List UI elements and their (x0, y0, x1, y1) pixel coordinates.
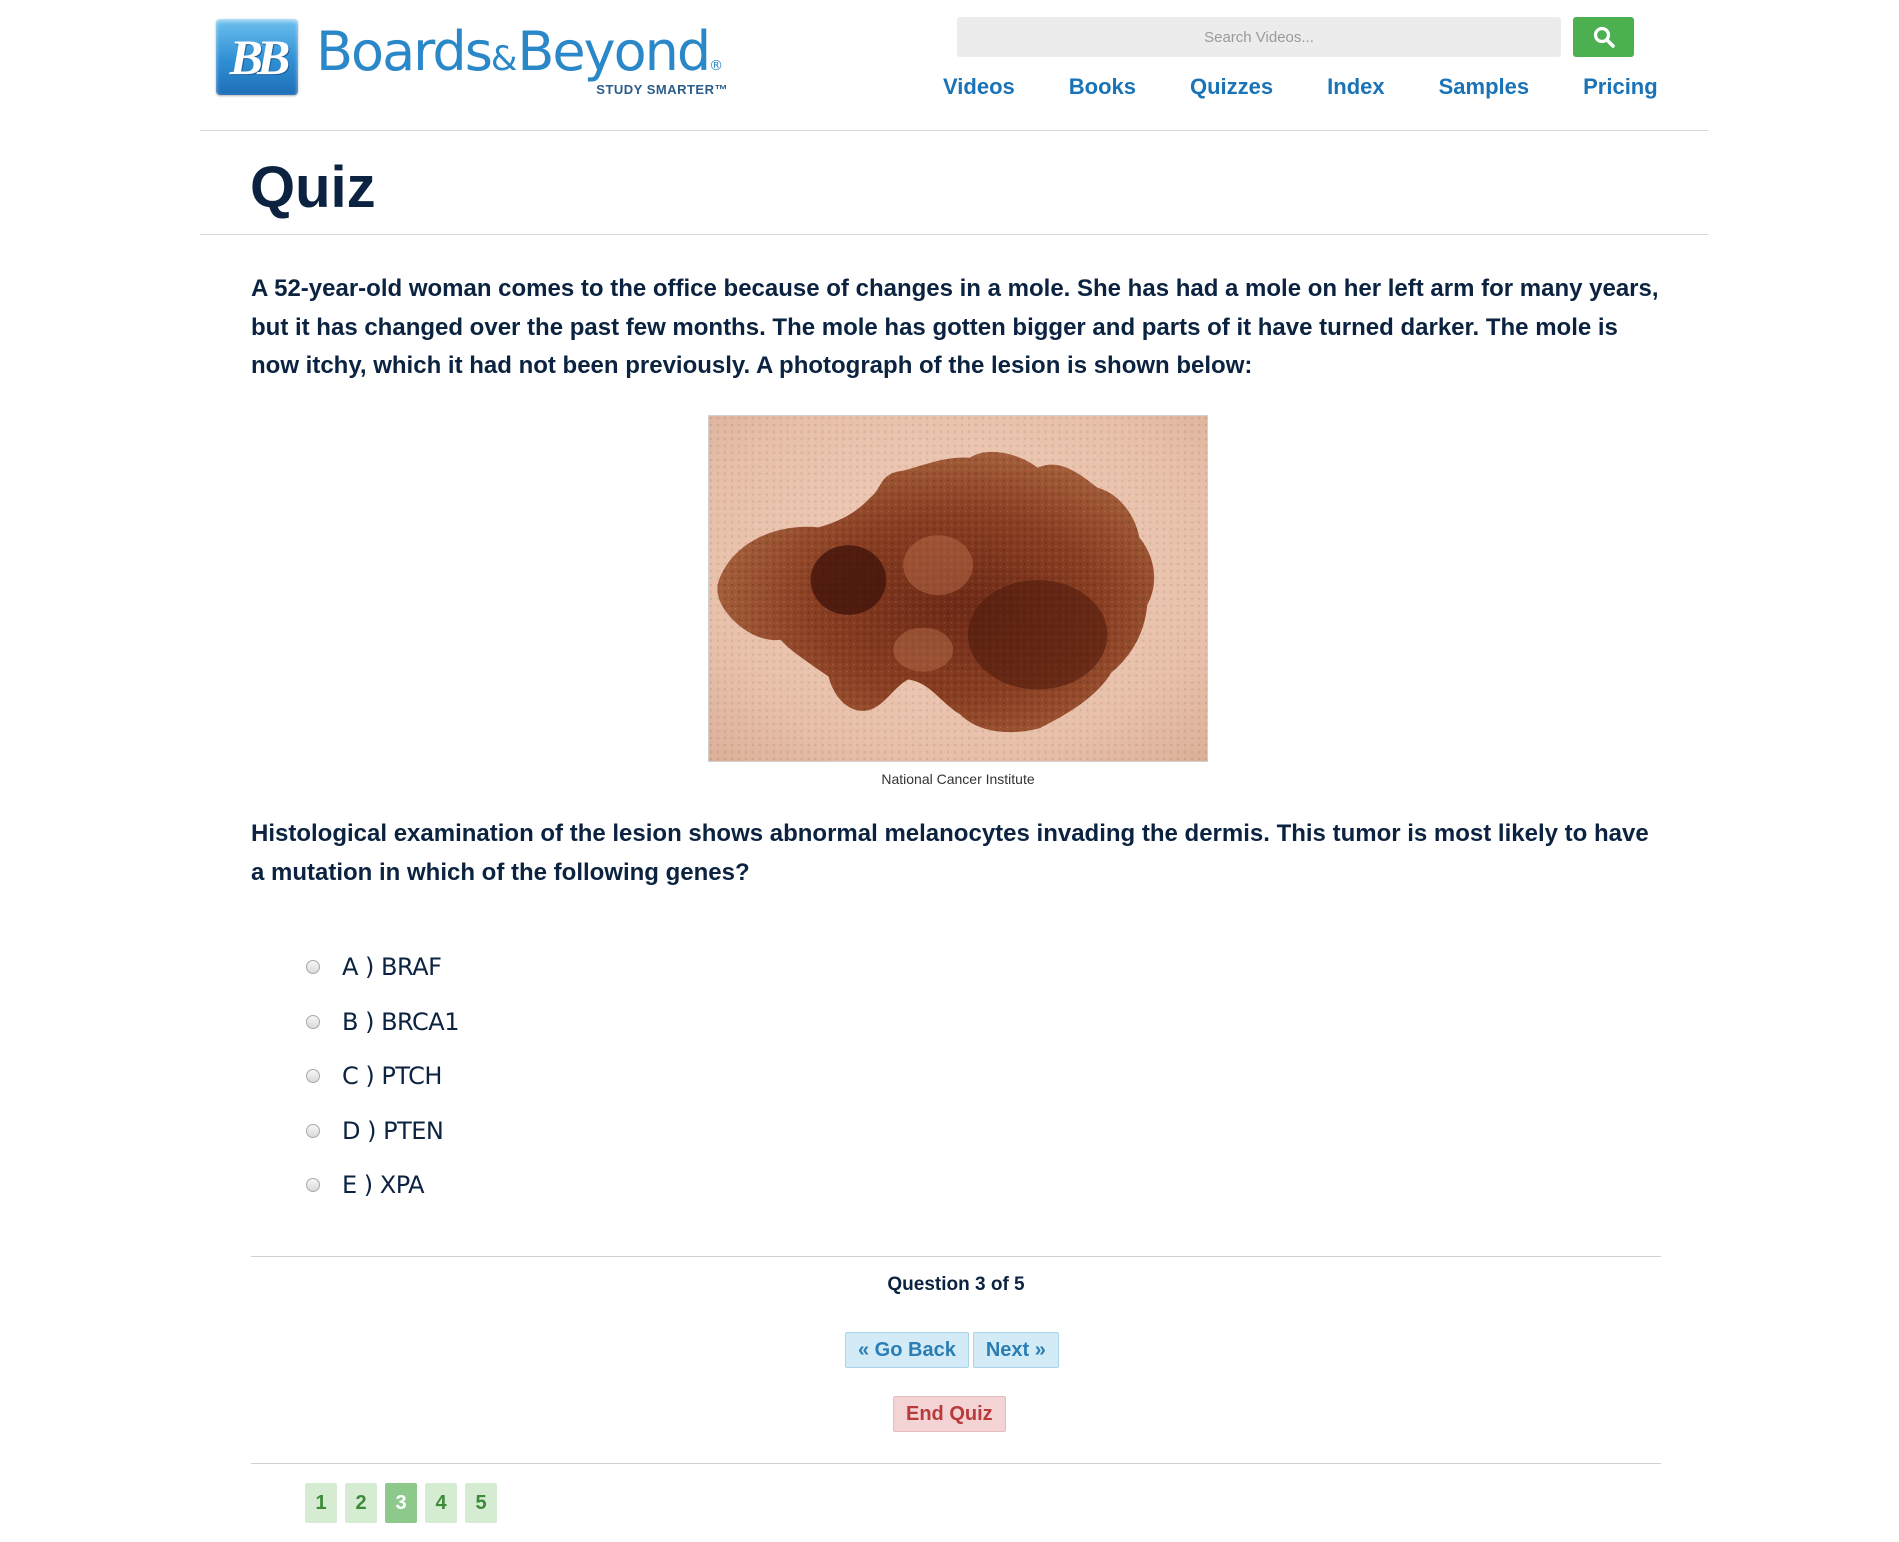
title-bar: Quiz (200, 130, 1708, 235)
lesion-figure: National Cancer Institute (708, 415, 1208, 787)
lesion-photo (708, 415, 1208, 762)
image-caption: National Cancer Institute (881, 771, 1035, 787)
answer-options: A ) BRAF B ) BRCA1 C ) PTCH D ) PTEN E )… (306, 940, 459, 1213)
nav-videos[interactable]: Videos (943, 74, 1015, 100)
search-input[interactable] (957, 17, 1561, 57)
page-button-3-current[interactable]: 3 (385, 1483, 417, 1523)
option-label: D ) PTEN (342, 1116, 444, 1145)
nav-pricing[interactable]: Pricing (1583, 74, 1658, 100)
question-pager: 1 2 3 4 5 (305, 1483, 505, 1523)
site-header: BB Boards&Beyond® STUDY SMARTER™ Videos … (200, 0, 1708, 131)
nav-samples[interactable]: Samples (1439, 74, 1530, 100)
page-button-5[interactable]: 5 (465, 1483, 497, 1523)
nav-index[interactable]: Index (1327, 74, 1384, 100)
answer-option-c[interactable]: C ) PTCH (306, 1049, 459, 1104)
option-label: A ) BRAF (342, 953, 442, 982)
radio-button[interactable] (306, 960, 320, 975)
question-content: A 52-year-old woman comes to the office … (251, 270, 1661, 1199)
next-button[interactable]: Next » (972, 1332, 1059, 1368)
option-label: B ) BRCA1 (342, 1007, 459, 1036)
logo-ampersand: & (490, 39, 518, 79)
boards-and-beyond-logo[interactable]: BB Boards&Beyond® STUDY SMARTER™ (216, 18, 736, 97)
page-button-2[interactable]: 2 (345, 1483, 377, 1523)
page-title: Quiz (250, 155, 376, 220)
answer-option-e[interactable]: E ) XPA (306, 1158, 459, 1213)
question-prompt: Histological examination of the lesion s… (251, 820, 1649, 886)
answer-option-b[interactable]: B ) BRCA1 (306, 995, 459, 1050)
logo-wordmark: Boards&Beyond® STUDY SMARTER™ (316, 18, 736, 97)
logo-badge: BB (216, 19, 298, 95)
logo-word-boards: Boards (316, 20, 493, 83)
question-stem: A 52-year-old woman comes to the office … (251, 275, 1659, 379)
nav-quizzes[interactable]: Quizzes (1190, 74, 1273, 100)
page-button-1[interactable]: 1 (305, 1483, 337, 1523)
main-nav: Videos Books Quizzes Index Samples Prici… (943, 74, 1658, 100)
divider (251, 1256, 1661, 1257)
quiz-navigation: « Go Back Next » (845, 1332, 1063, 1368)
search-icon (1593, 26, 1615, 48)
radio-button[interactable] (306, 1069, 320, 1084)
answer-option-d[interactable]: D ) PTEN (306, 1104, 459, 1159)
radio-button[interactable] (306, 1123, 320, 1138)
radio-button[interactable] (306, 1014, 320, 1029)
logo-registered-mark: ® (709, 58, 724, 74)
divider (251, 1463, 1661, 1464)
radio-button[interactable] (306, 1178, 320, 1193)
question-progress: Question 3 of 5 (887, 1274, 1025, 1295)
answer-option-a[interactable]: A ) BRAF (306, 940, 459, 995)
logo-tagline: STUDY SMARTER™ (596, 82, 728, 97)
option-label: C ) PTCH (342, 1062, 442, 1091)
page-button-4[interactable]: 4 (425, 1483, 457, 1523)
logo-word-beyond: Beyond (517, 20, 711, 83)
go-back-button[interactable]: « Go Back (845, 1332, 969, 1368)
nav-books[interactable]: Books (1069, 74, 1136, 100)
end-quiz-button[interactable]: End Quiz (893, 1396, 1006, 1432)
option-label: E ) XPA (342, 1171, 425, 1200)
search-button[interactable] (1573, 17, 1634, 57)
